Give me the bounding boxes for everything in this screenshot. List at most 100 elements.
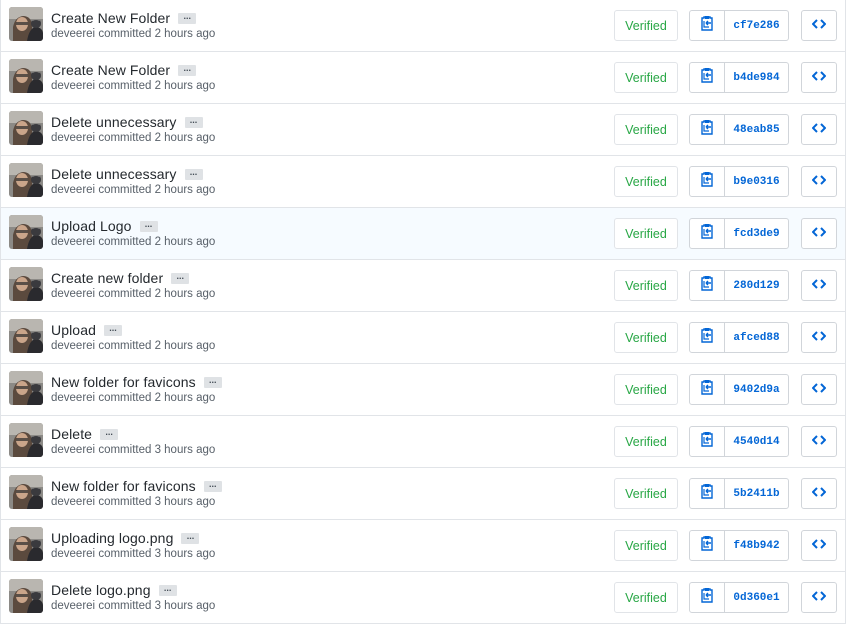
browse-repository-button[interactable] [801,426,837,457]
verified-badge[interactable]: Verified [614,218,678,249]
expand-message-button[interactable]: ... [184,167,203,180]
commit-sha-link[interactable]: fcd3de9 [725,219,788,248]
verified-badge[interactable]: Verified [614,322,678,353]
author-link[interactable]: deveerei [51,28,95,40]
author-link[interactable]: deveerei [51,132,95,144]
commit-message-link[interactable]: New folder for favicons [51,374,196,390]
avatar[interactable] [9,163,43,197]
copy-sha-button[interactable] [690,219,725,248]
expand-message-button[interactable]: ... [178,11,197,24]
copy-sha-button[interactable] [690,583,725,612]
commit-sha-link[interactable]: 5b2411b [725,479,788,508]
expand-message-button[interactable]: ... [184,115,203,128]
copy-sha-button[interactable] [690,479,725,508]
verified-badge[interactable]: Verified [614,530,678,561]
commit-message-link[interactable]: Delete unnecessary [51,114,177,130]
browse-repository-button[interactable] [801,10,837,41]
expand-message-button[interactable]: ... [139,219,158,232]
author-link[interactable]: deveerei [51,548,95,560]
sha-button-group: 280d129 [689,270,789,301]
verified-badge[interactable]: Verified [614,114,678,145]
copy-sha-button[interactable] [690,271,725,300]
commit-meta: deveerei committed 3 hours ago [51,600,215,612]
commit-message-link[interactable]: Delete [51,426,92,442]
verified-badge[interactable]: Verified [614,10,678,41]
browse-repository-button[interactable] [801,582,837,613]
avatar[interactable] [9,59,43,93]
commit-sha-link[interactable]: afced88 [725,323,788,352]
commit-sha-link[interactable]: 0d360e1 [725,583,788,612]
author-link[interactable]: deveerei [51,340,95,352]
copy-sha-button[interactable] [690,427,725,456]
commit-sha-link[interactable]: 9402d9a [725,375,788,404]
browse-repository-button[interactable] [801,374,837,405]
avatar[interactable] [9,7,43,41]
commit-sha-link[interactable]: 48eab85 [725,115,788,144]
author-link[interactable]: deveerei [51,600,95,612]
author-link[interactable]: deveerei [51,288,95,300]
author-link[interactable]: deveerei [51,184,95,196]
commit-sha-link[interactable]: f48b942 [725,531,788,560]
expand-message-button[interactable]: ... [158,583,177,596]
avatar[interactable] [9,475,43,509]
avatar[interactable] [9,579,43,613]
verified-badge[interactable]: Verified [614,166,678,197]
avatar[interactable] [9,527,43,561]
copy-sha-button[interactable] [690,11,725,40]
commit-message-link[interactable]: Upload [51,322,96,338]
avatar[interactable] [9,111,43,145]
browse-repository-button[interactable] [801,114,837,145]
avatar[interactable] [9,215,43,249]
author-link[interactable]: deveerei [51,496,95,508]
copy-sha-button[interactable] [690,531,725,560]
avatar[interactable] [9,371,43,405]
copy-sha-button[interactable] [690,167,725,196]
commit-message-link[interactable]: Create new folder [51,270,163,286]
browse-repository-button[interactable] [801,62,837,93]
commit-sha-link[interactable]: 280d129 [725,271,788,300]
copy-sha-button[interactable] [690,115,725,144]
verified-badge[interactable]: Verified [614,374,678,405]
author-link[interactable]: deveerei [51,80,95,92]
commit-sha-link[interactable]: b9e0316 [725,167,788,196]
verified-badge[interactable]: Verified [614,582,678,613]
expand-message-button[interactable]: ... [103,323,122,336]
commit-message-link[interactable]: New folder for favicons [51,478,196,494]
expand-message-button[interactable]: ... [178,63,197,76]
copy-sha-button[interactable] [690,323,725,352]
verified-badge[interactable]: Verified [614,62,678,93]
expand-message-button[interactable]: ... [181,531,200,544]
commit-sha-link[interactable]: 4540d14 [725,427,788,456]
expand-message-button[interactable]: ... [203,479,222,492]
verified-badge[interactable]: Verified [614,426,678,457]
copy-sha-button[interactable] [690,63,725,92]
commit-sha-link[interactable]: cf7e286 [725,11,788,40]
expand-message-button[interactable]: ... [100,427,119,440]
avatar[interactable] [9,267,43,301]
avatar[interactable] [9,423,43,457]
avatar[interactable] [9,319,43,353]
browse-repository-button[interactable] [801,218,837,249]
author-link[interactable]: deveerei [51,444,95,456]
expand-message-button[interactable]: ... [203,375,222,388]
author-link[interactable]: deveerei [51,392,95,404]
commit-message-link[interactable]: Create New Folder [51,62,170,78]
commit-message-link[interactable]: Delete logo.png [51,582,151,598]
author-link[interactable]: deveerei [51,236,95,248]
commit-message-link[interactable]: Uploading logo.png [51,530,173,546]
browse-repository-button[interactable] [801,478,837,509]
expand-message-button[interactable]: ... [171,271,190,284]
verified-badge[interactable]: Verified [614,270,678,301]
copy-sha-button[interactable] [690,375,725,404]
commit-row: Create New Folder ... deveerei committed… [1,0,845,52]
commit-message-link[interactable]: Create New Folder [51,10,170,26]
browse-repository-button[interactable] [801,530,837,561]
commit-message-link[interactable]: Upload Logo [51,218,132,234]
verified-badge[interactable]: Verified [614,478,678,509]
browse-repository-button[interactable] [801,322,837,353]
commit-time: committed 3 hours ago [98,496,216,508]
browse-repository-button[interactable] [801,166,837,197]
commit-message-link[interactable]: Delete unnecessary [51,166,177,182]
browse-repository-button[interactable] [801,270,837,301]
commit-sha-link[interactable]: b4de984 [725,63,788,92]
